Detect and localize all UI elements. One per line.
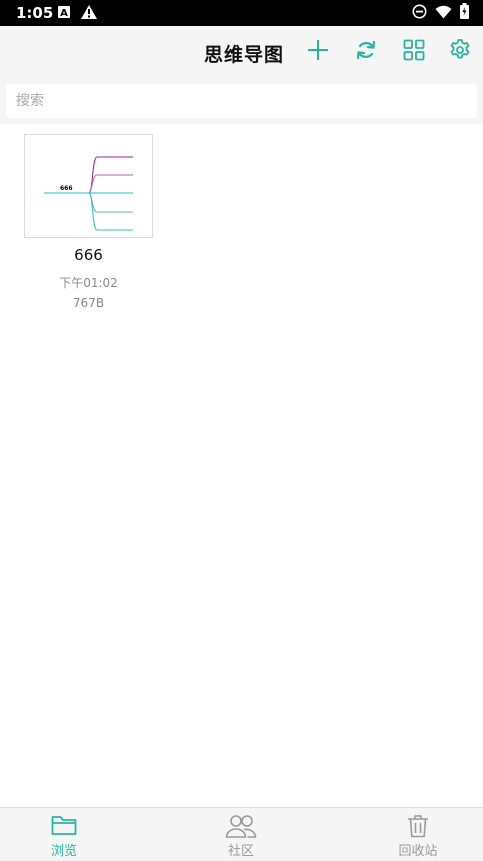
wifi-icon (435, 4, 452, 23)
file-card[interactable]: 666 666 下午01:02 767B (24, 134, 153, 314)
sync-icon (354, 38, 378, 66)
people-icon (225, 814, 257, 842)
nav-recycle-bin[interactable]: 回收站 (358, 808, 478, 861)
mindmap-preview: 666 (44, 156, 133, 231)
bottom-nav: 浏览 社区 回收站 (0, 807, 483, 861)
warning-icon (81, 4, 97, 23)
nav-browse-label: 浏览 (50, 844, 77, 859)
nav-community-label: 社区 (227, 844, 254, 859)
file-modified-time: 下午01:02 (59, 276, 118, 290)
grid-view-button[interactable] (400, 38, 428, 66)
trash-icon (407, 814, 429, 842)
add-icon (307, 39, 329, 65)
settings-button[interactable] (446, 38, 474, 66)
a-box-icon: A (57, 4, 71, 23)
page-title: 思维导图 (204, 44, 285, 66)
nav-recycle-bin-label: 回收站 (398, 844, 438, 859)
app-bar: 思维导图 (0, 26, 483, 80)
search-bar (0, 80, 483, 124)
nav-browse[interactable]: 浏览 (4, 808, 124, 861)
settings-icon (448, 38, 472, 66)
search-input[interactable] (6, 84, 477, 118)
folder-icon (51, 814, 77, 840)
status-bar: 1:05 A (0, 0, 483, 26)
svg-text:A: A (60, 8, 68, 19)
nav-community[interactable]: 社区 (181, 808, 301, 861)
battery-icon (460, 3, 469, 23)
grid-view-icon (403, 39, 425, 65)
file-size: 767B (72, 296, 105, 310)
sync-button[interactable] (352, 38, 380, 66)
add-button[interactable] (304, 38, 332, 66)
mindmap-thumbnail[interactable]: 666 (24, 134, 153, 238)
file-name: 666 (74, 246, 103, 264)
status-time: 1:05 (16, 4, 54, 22)
dnd-icon (412, 4, 427, 23)
mindmap-root-label: 666 (60, 185, 73, 192)
